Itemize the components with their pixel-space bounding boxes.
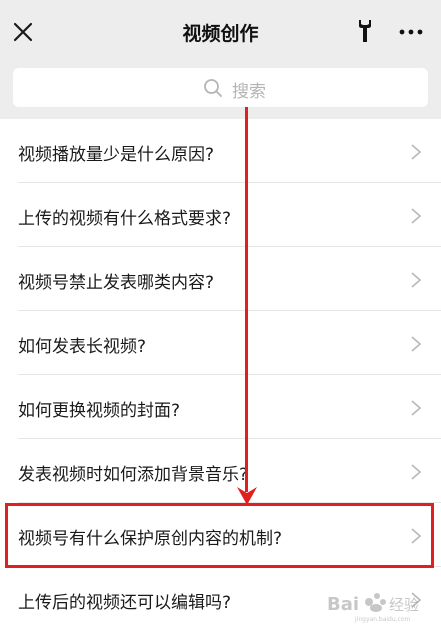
svg-text:经验: 经验 <box>389 596 419 614</box>
svg-text:jingyan.baidu.com: jingyan.baidu.com <box>354 616 411 623</box>
list-item-label: 如何更换视频的封面? <box>18 401 181 421</box>
list-item-label: 发表视频时如何添加背景音乐? <box>18 465 249 485</box>
search-bar[interactable]: 搜索 <box>13 68 428 107</box>
list-item-label: 视频号禁止发表哪类内容? <box>18 273 215 293</box>
list-item-label: 如何发表长视频? <box>18 337 147 357</box>
search-icon <box>204 79 222 97</box>
page: 视频创作 搜索 视频播放量少是什么原因? 上传的视频有什么格式要求? 视频号禁止… <box>0 0 441 635</box>
list-item[interactable]: 如何发表长视频? <box>0 311 441 375</box>
list-item[interactable]: 视频播放量少是什么原因? <box>0 119 441 183</box>
list-item[interactable]: 视频号禁止发表哪类内容? <box>0 247 441 311</box>
list-item-label: 上传的视频有什么格式要求? <box>18 209 232 229</box>
list-item-label: 上传后的视频还可以编辑吗? <box>18 593 232 613</box>
list-item-label: 视频播放量少是什么原因? <box>18 145 215 165</box>
more-icon[interactable] <box>398 28 424 36</box>
list-item[interactable]: 上传的视频有什么格式要求? <box>0 183 441 247</box>
chevron-right-icon <box>411 208 422 224</box>
nav-bar: 视频创作 <box>0 0 441 62</box>
search-placeholder: 搜索 <box>232 82 266 102</box>
chevron-right-icon <box>411 400 422 416</box>
annotation-highlight-box <box>5 503 434 568</box>
chevron-right-icon <box>411 464 422 480</box>
wrench-icon[interactable] <box>355 18 375 44</box>
chevron-right-icon <box>411 144 422 160</box>
chevron-right-icon <box>411 336 422 352</box>
annotation-arrow-line <box>245 107 248 492</box>
baidu-jingyan-watermark: Bai 经验 jingyan.baidu.com <box>327 593 419 623</box>
svg-text:Bai: Bai <box>327 594 359 615</box>
list-item[interactable]: 如何更换视频的封面? <box>0 375 441 439</box>
list-item[interactable]: 发表视频时如何添加背景音乐? <box>0 439 441 503</box>
chevron-right-icon <box>411 272 422 288</box>
